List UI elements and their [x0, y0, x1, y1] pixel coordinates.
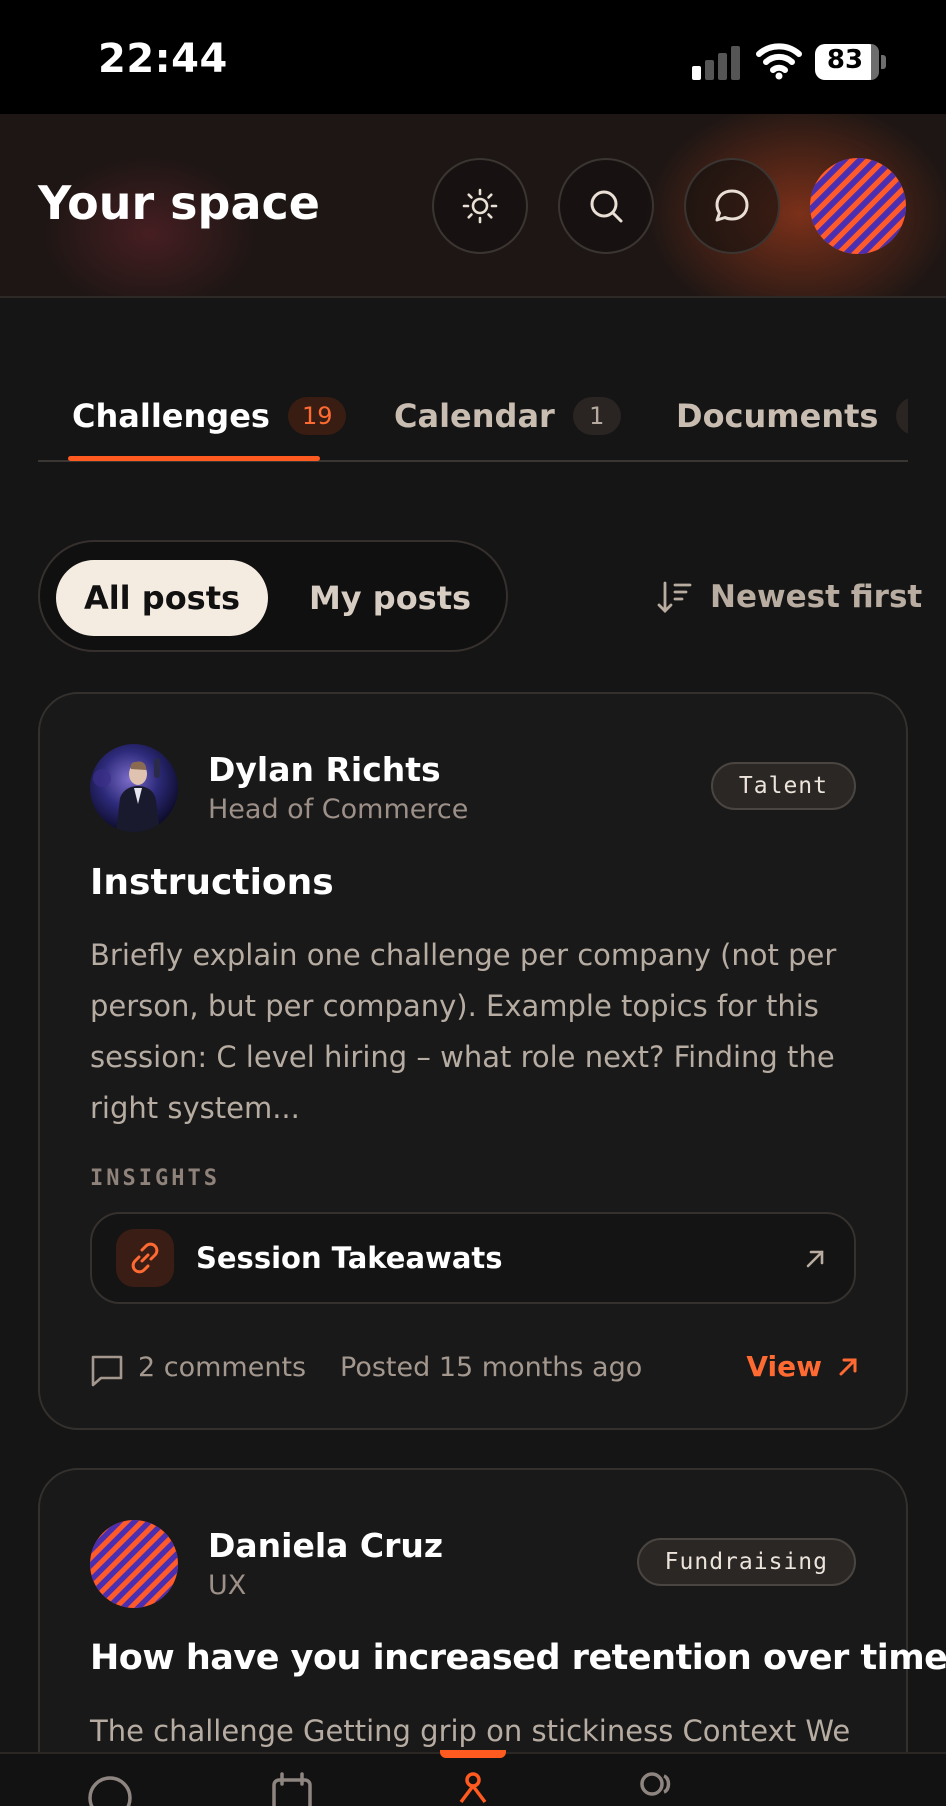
author-name: Daniela Cruz — [208, 1526, 444, 1565]
battery-icon: 83 — [815, 44, 886, 80]
arrow-up-right-icon — [839, 1358, 857, 1375]
sort-label: Newest first — [710, 579, 923, 615]
compass-icon[interactable] — [80, 1768, 140, 1806]
link-icon — [116, 1229, 174, 1287]
active-tab-indicator — [68, 456, 320, 461]
category-tag: Fundraising — [636, 1538, 856, 1586]
insights-label: INSIGHTS — [90, 1166, 220, 1191]
arrow-up-right-icon — [806, 1250, 824, 1268]
author-role: UX — [208, 1570, 247, 1601]
author-avatar[interactable] — [90, 1520, 178, 1608]
profile-avatar[interactable] — [810, 158, 906, 254]
search-icon — [590, 190, 623, 223]
insight-link-label: Session Takeawats — [196, 1241, 503, 1275]
post-filter-toggle: All posts My posts — [38, 540, 508, 652]
comment-count[interactable]: 2 comments — [138, 1352, 306, 1383]
post-excerpt: Briefly explain one challenge per compan… — [90, 938, 837, 1125]
all-posts-button[interactable]: All posts — [56, 560, 268, 636]
tab-count-badge: 19 — [287, 397, 347, 435]
chat-bubble-icon — [715, 189, 749, 222]
sort-button[interactable]: Newest first — [656, 572, 922, 622]
tab-label: Challenges — [72, 397, 270, 435]
post-timestamp: Posted 15 months ago — [340, 1352, 643, 1383]
tab-calendar[interactable]: Calendar 1 — [394, 370, 621, 462]
insight-link[interactable]: Session Takeawats — [90, 1212, 856, 1304]
signal-icon — [690, 44, 740, 80]
tab-label: Calendar — [394, 397, 555, 435]
users-icon[interactable] — [626, 1768, 686, 1806]
comment-icon — [91, 1355, 123, 1387]
author-name: Dylan Richts — [208, 750, 441, 789]
author-role: Head of Commerce — [208, 794, 469, 825]
tab-documents[interactable]: Documents 1 — [676, 370, 908, 462]
author-avatar[interactable] — [90, 744, 178, 832]
network-icon[interactable] — [443, 1768, 503, 1806]
app-header: Your space — [0, 114, 946, 298]
status-bar: 22:44 83 — [0, 0, 946, 114]
post-footer: 2 comments Posted 15 months ago View — [90, 1344, 860, 1394]
tab-challenges[interactable]: Challenges 19 — [72, 370, 347, 462]
tab-count-badge: 1 — [896, 397, 908, 435]
post-title: Instructions — [90, 862, 334, 903]
view-post-link[interactable]: View — [746, 1350, 860, 1383]
battery-percent: 83 — [826, 45, 864, 75]
tab-count-badge: 1 — [572, 397, 621, 435]
search-button[interactable] — [558, 158, 654, 254]
category-tag: Talent — [710, 762, 856, 810]
post-title: How have you increased retention over ti… — [90, 1638, 946, 1678]
calendar-icon[interactable] — [262, 1768, 322, 1806]
bottom-navigation — [0, 1752, 946, 1806]
messages-button[interactable] — [684, 158, 780, 254]
sort-descending-icon — [657, 581, 692, 613]
page-title: Your space — [38, 176, 320, 230]
wifi-icon — [756, 43, 802, 80]
sun-icon — [462, 188, 498, 224]
active-nav-indicator — [440, 1750, 506, 1758]
tab-label: Documents — [676, 397, 879, 435]
view-label: View — [746, 1350, 822, 1383]
my-posts-button[interactable]: My posts — [290, 560, 490, 636]
status-time: 22:44 — [98, 36, 228, 82]
tab-bar: Challenges 19 Calendar 1 Documents 1 — [38, 370, 908, 462]
theme-toggle-button[interactable] — [432, 158, 528, 254]
post-card[interactable]: Dylan Richts Head of Commerce Talent Ins… — [38, 692, 908, 1430]
